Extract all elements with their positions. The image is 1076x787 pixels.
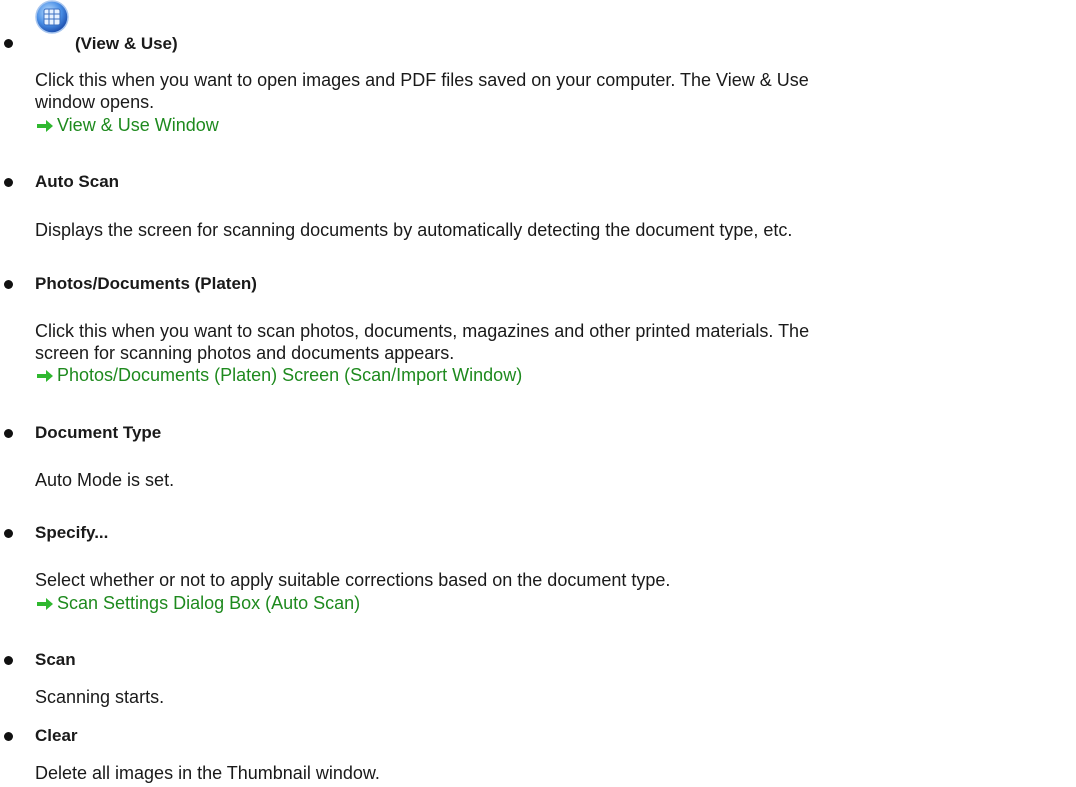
- bullet: [4, 429, 13, 438]
- description-line: Select whether or not to apply suitable …: [35, 570, 671, 590]
- description-line: Click this when you want to scan photos,…: [35, 321, 810, 341]
- bullet: [4, 39, 13, 48]
- description: Click this when you want to scan photos,…: [35, 320, 1075, 364]
- term-clear: Clear: [35, 726, 78, 745]
- description-line: Displays the screen for scanning documen…: [35, 220, 793, 240]
- term-specify: Specify...: [35, 523, 109, 542]
- description-line: window opens.: [35, 92, 155, 112]
- bullet: [4, 529, 13, 538]
- description: Displays the screen for scanning documen…: [35, 219, 1075, 241]
- description: Click this when you want to open images …: [35, 69, 1075, 113]
- description-line: screen for scanning photos and documents…: [35, 343, 455, 363]
- term-auto-scan: Auto Scan: [35, 172, 120, 191]
- term-scan: Scan: [35, 650, 76, 669]
- bullet: [4, 732, 13, 741]
- term-document-type: Document Type: [35, 423, 162, 442]
- description-line: Delete all images in the Thumbnail windo…: [35, 763, 380, 783]
- arrow-right-icon: [37, 598, 53, 610]
- link-photos-documents-screen[interactable]: Photos/Documents (Platen) Screen (Scan/I…: [36, 364, 522, 386]
- arrow-right-icon: [37, 370, 53, 382]
- description: Select whether or not to apply suitable …: [35, 569, 1075, 591]
- link-view-use-window[interactable]: View & Use Window: [36, 114, 219, 136]
- description-line: Auto Mode is set.: [35, 470, 175, 490]
- link-label: View & Use Window: [57, 115, 219, 135]
- description-line: Scanning starts.: [35, 687, 165, 707]
- description-line: Click this when you want to open images …: [35, 70, 809, 90]
- term-view-use: (View & Use): [75, 34, 178, 53]
- link-label: Scan Settings Dialog Box (Auto Scan): [57, 593, 361, 613]
- bullet: [4, 656, 13, 665]
- description: Auto Mode is set.: [35, 469, 1075, 491]
- term-photos-documents-platen: Photos/Documents (Platen): [35, 274, 257, 293]
- link-label: Photos/Documents (Platen) Screen (Scan/I…: [57, 365, 523, 385]
- description: Scanning starts.: [35, 686, 1075, 708]
- bullet: [4, 280, 13, 289]
- bullet: [4, 178, 13, 187]
- view-use-app-icon[interactable]: [35, 0, 69, 34]
- link-scan-settings-dialog[interactable]: Scan Settings Dialog Box (Auto Scan): [36, 592, 360, 614]
- arrow-right-icon: [37, 120, 53, 132]
- description: Delete all images in the Thumbnail windo…: [35, 762, 1075, 784]
